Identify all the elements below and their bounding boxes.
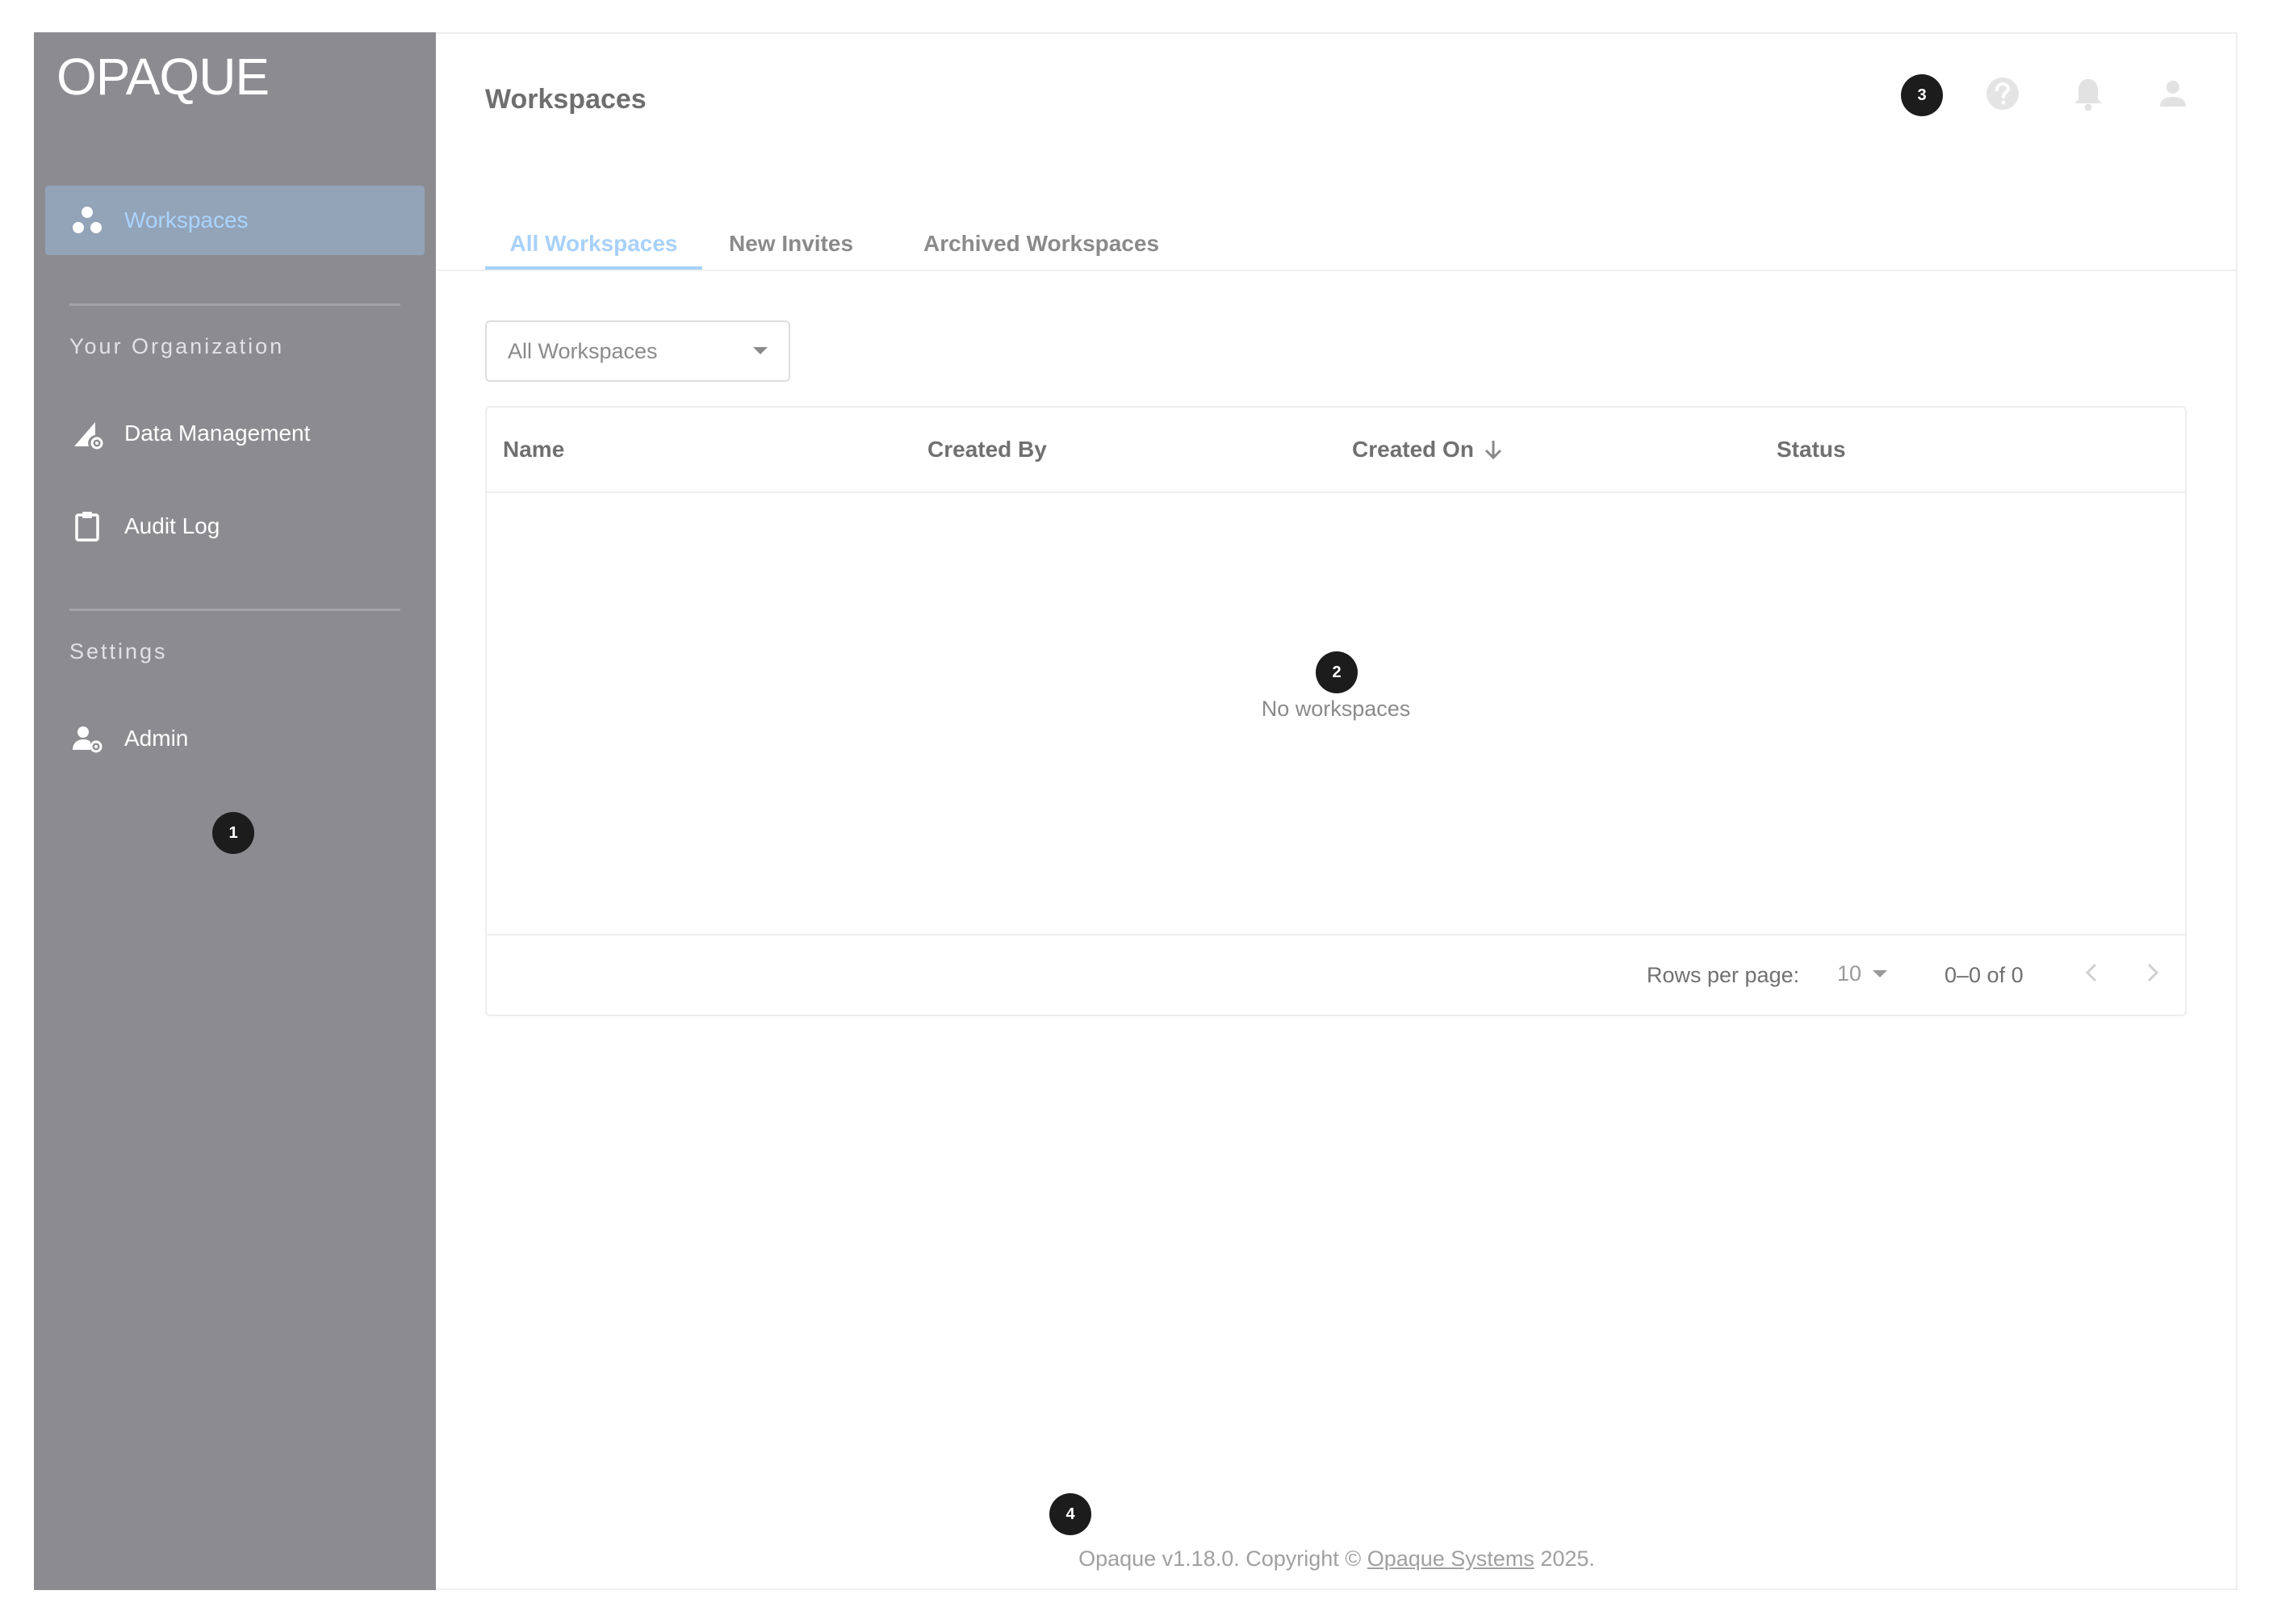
sidebar-item-label: Admin [124,726,189,751]
next-page-button[interactable] [2133,953,2172,992]
footer-copyright: Opaque v1.18.0. Copyright © [1078,1547,1362,1571]
footer-divider [487,934,2185,935]
tab-archived-workspaces[interactable]: Archived Workspaces [907,218,1175,270]
sort-arrow-down-icon [1484,438,1503,461]
page-title: Workspaces [485,84,647,115]
column-header-created-by[interactable]: Created By [927,437,1047,463]
workspaces-table: Name Created By Created On Status 2 No w… [485,406,2187,1016]
clipboard-icon [69,509,105,544]
chevron-right-icon [2147,963,2159,982]
sidebar-divider [69,303,400,306]
column-header-status[interactable]: Status [1777,437,1846,463]
section-title-settings: Settings [69,639,168,663]
sidebar-item-label: Workspaces [124,207,249,232]
tab-new-invites[interactable]: New Invites [715,218,867,270]
rows-per-page-label: Rows per page: [1647,963,1800,987]
rows-per-page-value: 10 [1837,961,1862,986]
column-header-name[interactable]: Name [503,437,564,463]
sidebar-item-audit-log[interactable]: Audit Log [45,492,425,561]
data-management-icon [69,416,105,451]
rows-per-page-select[interactable]: 10 [1837,961,1888,986]
chevron-down-icon [1873,970,1888,977]
column-header-label: Created On [1352,437,1474,462]
column-header-created-on[interactable]: Created On [1352,437,1503,463]
chevron-left-icon [2085,963,2097,982]
section-title-organization: Your Organization [69,334,285,358]
sidebar-item-admin[interactable]: Admin [45,704,425,773]
chevron-down-icon [753,347,768,354]
sidebar-item-label: Audit Log [124,513,220,538]
sidebar-item-workspaces[interactable]: Workspaces [45,186,425,255]
filter-selected-value: All Workspaces [508,338,658,363]
opaque-logo[interactable]: OPAQUE [57,47,270,107]
annotation-badge-2: 2 [1316,651,1358,693]
sidebar-item-data-management[interactable]: Data Management [45,399,425,468]
page-footer: Opaque v1.18.0. Copyright © Opaque Syste… [437,1547,2236,1572]
annotation-badge-1: 1 [212,812,254,854]
empty-state-message: No workspaces [1261,697,1411,721]
help-icon[interactable] [1983,74,2022,113]
sidebar-item-label: Data Management [124,421,311,446]
header-divider [487,492,2185,493]
footer-company-link[interactable]: Opaque Systems [1367,1547,1534,1571]
bell-icon[interactable] [2069,74,2108,113]
user-icon[interactable] [2154,74,2192,113]
workspace-filter-select[interactable]: All Workspaces [485,320,790,382]
active-tab-indicator [485,266,702,270]
admin-icon [69,721,105,756]
tab-all-workspaces[interactable]: All Workspaces [485,218,702,270]
previous-page-button[interactable] [2072,953,2111,992]
annotation-badge-4: 4 [1049,1493,1091,1535]
footer-year: 2025. [1540,1547,1595,1571]
tabs-divider [437,270,2236,271]
sidebar-divider [69,609,400,611]
annotation-badge-3: 3 [1901,74,1943,116]
workspaces-icon [69,203,105,238]
pagination-range: 0–0 of 0 [1945,963,2024,987]
sidebar: OPAQUE Workspaces Your Organization Data… [34,32,436,1590]
